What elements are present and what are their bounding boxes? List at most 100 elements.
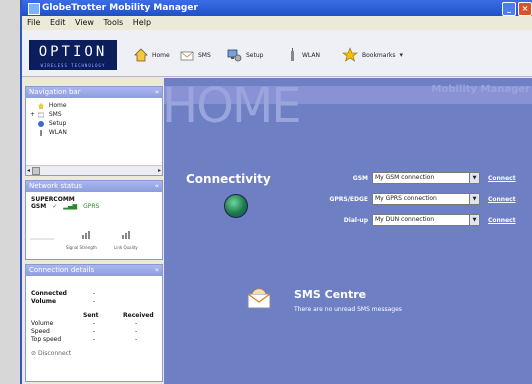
chevron-down-icon[interactable]: ▼ [469, 194, 479, 204]
star-icon [342, 47, 358, 62]
expand-icon[interactable]: + [30, 110, 36, 119]
toolbar-home-label: Home [152, 51, 170, 59]
scroll-left-icon[interactable]: ◂ [27, 166, 30, 175]
navigation-pane-header: Navigation bar « [26, 87, 162, 98]
menu-view[interactable]: View [75, 18, 94, 27]
dialup-connect-link[interactable]: Connect [488, 217, 516, 224]
toolbar-home-button[interactable]: Home [134, 46, 170, 64]
gprs-connection-value: My GPRS connection [375, 195, 437, 202]
received-column-header: Received [123, 312, 154, 319]
collapse-icon[interactable]: « [155, 265, 159, 276]
menu-edit[interactable]: Edit [50, 18, 66, 27]
app-icon [28, 3, 40, 15]
close-button[interactable]: × [518, 2, 532, 16]
connection-details-title: Connection details [29, 266, 95, 274]
details-row-received: - [135, 320, 138, 327]
gsm-connect-link[interactable]: Connect [488, 175, 516, 182]
nav-item-setup[interactable]: Setup [30, 119, 162, 128]
logo-tagline: WIRELESS TECHNOLOGY [40, 63, 106, 68]
gsm-connection-select[interactable]: My GSM connection ▼ [372, 172, 480, 184]
window-controls: _ × [502, 2, 532, 16]
network-status-pane: Network status « SUPERCOMM GSM ✓ ▂▄▆ GPR… [25, 180, 163, 260]
chevron-down-icon[interactable]: ▼ [469, 173, 479, 183]
details-row-label: Top speed [31, 336, 62, 343]
minimize-button[interactable]: _ [502, 2, 516, 16]
sms-centre-icon [247, 288, 271, 309]
wlan-icon [39, 129, 42, 136]
setup-icon [37, 120, 44, 127]
dialup-connection-select[interactable]: My DUN connection ▼ [372, 214, 480, 226]
toolbar: OPTION WIRELESS TECHNOLOGY Home SMS Setu… [22, 30, 532, 77]
chevron-down-icon[interactable]: ▾ [400, 51, 404, 59]
connected-value: - [93, 290, 96, 297]
dialup-connection-value: My DUN connection [375, 216, 435, 223]
toolbar-setup-button[interactable]: Setup [226, 46, 263, 64]
network-mode: GSM [31, 203, 47, 210]
details-row-sent: - [93, 320, 96, 327]
sms-icon [180, 51, 194, 61]
menu-tools[interactable]: Tools [104, 18, 124, 27]
wlan-icon [291, 48, 294, 61]
toolbar-bookmarks-label: Bookmarks [362, 51, 396, 59]
connection-row-gprs: GPRS/EDGE My GPRS connection ▼ Connect [314, 193, 516, 205]
main-content: HOME Mobility Manager Connectivity GSM M… [164, 78, 532, 384]
nav-item-wlan[interactable]: WLAN [30, 128, 162, 137]
globe-icon [224, 194, 248, 218]
details-row: Top speed - - [31, 336, 157, 344]
toolbar-sms-button[interactable]: SMS [180, 46, 211, 64]
gprs-connect-link[interactable]: Connect [488, 196, 516, 203]
link-quality-label: Link Quality [114, 245, 138, 250]
volume-label: Volume [31, 298, 57, 305]
gsm-label: GSM [352, 174, 368, 182]
gsm-connection-value: My GSM connection [375, 174, 435, 181]
details-row-received: - [135, 328, 138, 335]
details-row-label: Volume [31, 320, 54, 327]
dialup-label: Dial-up [343, 216, 368, 224]
disconnect-button[interactable]: ⊘ Disconnect [31, 350, 157, 358]
signal-strength-label: Signal Strength [66, 245, 97, 250]
chevron-down-icon[interactable]: ▼ [469, 215, 479, 225]
connected-label: Connected [31, 290, 67, 297]
connected-row: Connected - [31, 290, 157, 298]
scroll-thumb[interactable] [32, 167, 40, 175]
nav-item-sms[interactable]: + SMS [30, 110, 162, 119]
network-status-title: Network status [29, 182, 82, 190]
nav-item-setup-label: Setup [48, 120, 67, 127]
nav-item-home[interactable]: Home [30, 101, 162, 110]
menu-file[interactable]: File [27, 18, 40, 27]
sms-centre-heading: SMS Centre [294, 288, 367, 301]
toolbar-bookmarks-button[interactable]: Bookmarks ▾ [342, 46, 403, 64]
connection-details-pane: Connection details « Connected - Volume … [25, 264, 163, 382]
disconnect-label: Disconnect [37, 350, 72, 357]
nav-item-wlan-label: WLAN [48, 129, 67, 136]
navigation-pane: Navigation bar « Home + SMS Setup WLAN ◂… [25, 86, 163, 176]
collapse-icon[interactable]: « [155, 181, 159, 192]
nav-item-home-label: Home [48, 102, 67, 109]
network-status-header: Network status « [26, 181, 162, 192]
menu-help[interactable]: Help [133, 18, 151, 27]
collapse-icon[interactable]: « [155, 87, 159, 98]
volume-value: - [93, 298, 96, 305]
home-icon [134, 48, 148, 62]
gprs-connection-select[interactable]: My GPRS connection ▼ [372, 193, 480, 205]
level-bars-graphic [30, 231, 130, 240]
window-title: GlobeTrotter Mobility Manager [42, 3, 198, 13]
gprs-label: GPRS/EDGE [329, 195, 368, 203]
brand-watermark: Mobility Manager [431, 84, 530, 95]
network-service: GPRS [83, 203, 100, 210]
volume-row: Volume - [31, 298, 157, 306]
details-columns-header: Sent Received [31, 312, 157, 320]
details-row: Speed - - [31, 328, 157, 336]
connectivity-heading: Connectivity [186, 172, 271, 186]
app-window: GlobeTrotter Mobility Manager _ × File E… [20, 0, 532, 384]
toolbar-wlan-button[interactable]: WLAN [288, 46, 320, 64]
sms-status-message: There are no unread SMS messages [294, 306, 402, 313]
toolbar-wlan-label: WLAN [302, 51, 321, 59]
horizontal-scrollbar[interactable]: ◂ ▸ [26, 165, 162, 175]
disconnect-icon: ⊘ [31, 350, 37, 357]
scroll-right-icon[interactable]: ▸ [158, 166, 161, 175]
page-title: HOME [164, 78, 302, 134]
navigation-pane-title: Navigation bar [29, 88, 81, 96]
checkmark-icon: ✓ [52, 203, 58, 210]
home-icon [37, 102, 44, 109]
